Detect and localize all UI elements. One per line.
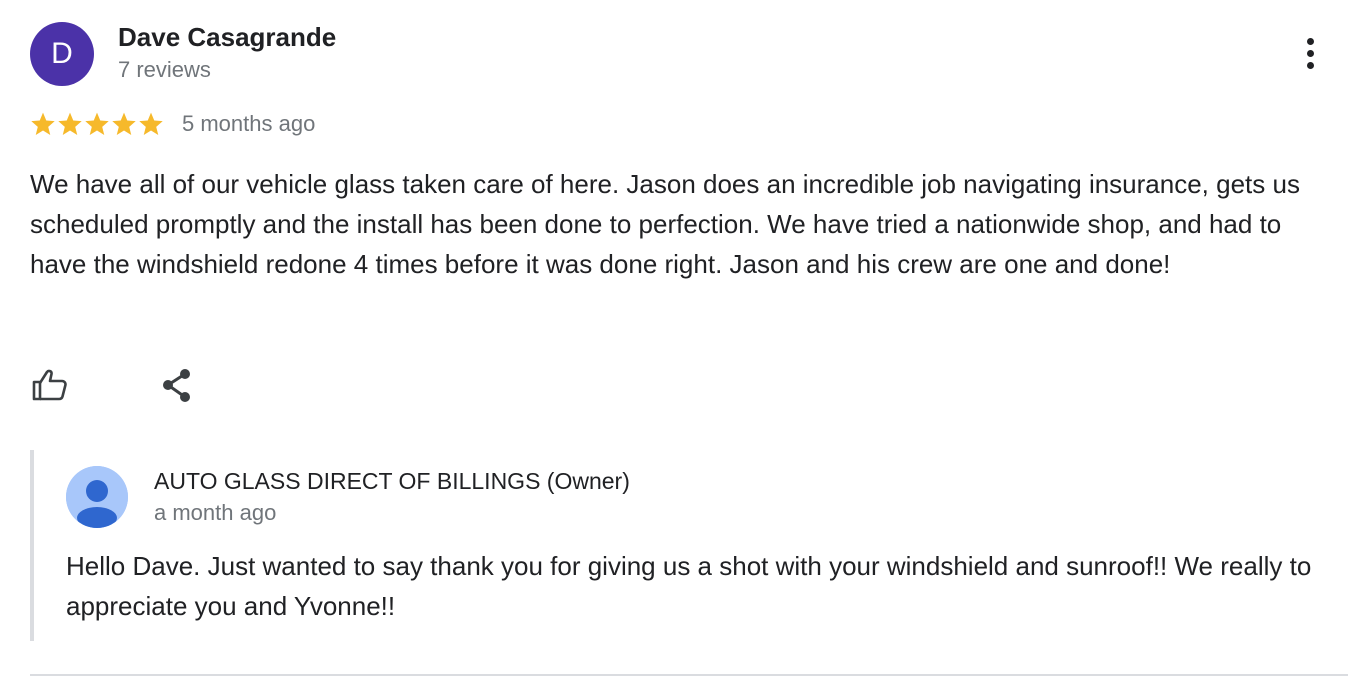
thumb-up-icon [32, 369, 67, 401]
more-vert-icon-dot [1307, 62, 1314, 69]
owner-response-date: a month ago [154, 500, 277, 525]
review-text: We have all of our vehicle glass taken c… [30, 169, 1300, 279]
reviewer-avatar[interactable]: D [30, 22, 94, 86]
owner-response-text: Hello Dave. Just wanted to say thank you… [66, 551, 1312, 621]
more-vert-icon-dot [1307, 38, 1314, 45]
more-options-button[interactable] [1296, 34, 1326, 74]
reviewer-review-count: 7 reviews [118, 57, 211, 82]
share-button[interactable] [156, 364, 200, 408]
star-icon [85, 112, 109, 136]
owner-avatar [66, 466, 128, 528]
star-icon [58, 112, 82, 136]
star-icon [31, 112, 55, 136]
person-icon [66, 466, 128, 528]
review-date: 5 months ago [182, 111, 316, 136]
owner-name: AUTO GLASS DIRECT OF BILLINGS (Owner) [154, 468, 630, 494]
star-rating [30, 108, 165, 140]
star-icon [139, 112, 163, 136]
reviewer-name[interactable]: Dave Casagrande [118, 22, 336, 53]
share-icon [163, 369, 190, 402]
more-vert-icon-dot [1307, 50, 1314, 57]
like-button[interactable] [28, 364, 72, 408]
star-icon [112, 112, 136, 136]
owner-response: AUTO GLASS DIRECT OF BILLINGS (Owner) a … [30, 450, 1334, 641]
